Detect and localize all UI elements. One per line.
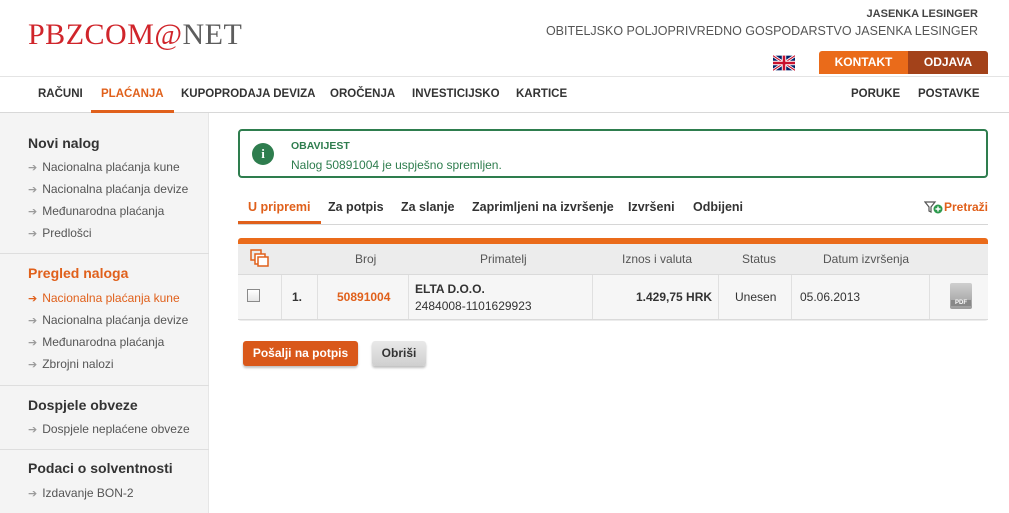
logout-button[interactable]: ODJAVA — [908, 51, 988, 74]
column-header-number[interactable]: Broj — [355, 252, 376, 266]
status-value: Unesen — [735, 290, 777, 304]
column-header-amount[interactable]: Iznos i valuta — [622, 252, 692, 266]
sidebar-item-label: Predlošci — [42, 226, 92, 240]
sidebar-item-label: Nacionalna plaćanja kune — [42, 160, 180, 174]
nav-item-orocenja[interactable]: OROČENJA — [330, 77, 395, 113]
sidebar-item-label: Međunarodna plaćanja — [42, 204, 165, 218]
sidebar-item-label: Nacionalna plaćanja kune — [42, 291, 180, 305]
arrow-right-icon: ➔ — [28, 424, 38, 436]
sidebar-item-label: Međunarodna plaćanja — [42, 335, 165, 349]
success-notice: i OBAVIJEST Nalog 50891004 je uspješno s… — [238, 129, 988, 178]
column-header-date[interactable]: Datum izvršenja — [823, 252, 909, 266]
table-row[interactable]: 1. 50891004 ELTA D.O.O. 2484008-11016299… — [238, 274, 988, 320]
nav-item-investicijsko[interactable]: INVESTICIJSKO — [412, 77, 500, 113]
tab-za-potpis[interactable]: Za potpis — [328, 191, 384, 224]
nav-item-postavke[interactable]: POSTAVKE — [918, 77, 980, 113]
user-name: JASENKA LESINGER — [866, 8, 978, 20]
notice-text: Nalog 50891004 je uspješno spremljen. — [291, 158, 502, 172]
arrow-right-icon: ➔ — [28, 228, 38, 240]
sidebar-item-label: Izdavanje BON-2 — [42, 486, 134, 500]
copy-icon[interactable] — [250, 249, 270, 267]
sidebar-divider — [0, 449, 209, 450]
row-checkbox[interactable] — [247, 289, 260, 302]
tab-izvrseni[interactable]: Izvršeni — [628, 191, 675, 224]
sidebar-item-novi-kune[interactable]: ➔ Nacionalna plaćanja kune — [28, 160, 180, 174]
sidebar-item-predlosci[interactable]: ➔ Predlošci — [28, 226, 92, 240]
nav-item-poruke[interactable]: PORUKE — [851, 77, 900, 113]
sidebar-item-dospjele-neplacene[interactable]: ➔ Dospjele neplaćene obveze — [28, 422, 190, 436]
arrow-right-icon: ➔ — [28, 293, 38, 305]
sidebar: Novi nalog ➔ Nacionalna plaćanja kune ➔ Na… — [0, 113, 209, 513]
sidebar-section-title: Novi nalog — [28, 135, 100, 151]
table-cell — [238, 275, 282, 319]
logo-text-3: NET — [182, 18, 243, 51]
pdf-label: PDF — [951, 300, 971, 306]
delete-button[interactable]: Obriši — [372, 341, 426, 366]
nav-item-kupoprodaja-deviza[interactable]: KUPOPRODAJA DEVIZA — [181, 77, 315, 113]
main-navigation: RAČUNI PLAĆANJA KUPOPRODAJA DEVIZA OROČE… — [0, 76, 1009, 113]
sidebar-item-bon2[interactable]: ➔ Izdavanje BON-2 — [28, 486, 134, 500]
pdf-icon[interactable]: PDF — [950, 283, 972, 309]
sidebar-section-title: Pregled naloga — [28, 265, 129, 281]
recipient-name: ELTA D.O.O. — [415, 282, 485, 296]
uk-flag-icon[interactable] — [773, 55, 795, 71]
pbz-logo[interactable]: PBZCOM@NET — [28, 18, 242, 52]
search-label: Pretraži — [943, 200, 988, 214]
arrow-right-icon: ➔ — [28, 488, 38, 500]
amount-value: 1.429,75 HRK — [636, 290, 713, 304]
tab-za-slanje[interactable]: Za slanje — [401, 191, 455, 224]
search-link[interactable]: Pretraži — [923, 191, 988, 223]
sidebar-item-label: Dospjele neplaćene obveze — [42, 422, 190, 436]
row-index: 1. — [292, 290, 303, 304]
nav-item-placanja[interactable]: PLAĆANJA — [91, 77, 174, 113]
nav-item-racuni[interactable]: RAČUNI — [38, 77, 83, 113]
sidebar-item-label: Nacionalna plaćanja devize — [42, 182, 189, 196]
tab-odbijeni[interactable]: Odbijeni — [693, 191, 743, 224]
header: PBZCOM@NET JASENKA LESINGER OBITELJSKO P… — [0, 0, 1009, 76]
arrow-right-icon: ➔ — [28, 337, 38, 349]
arrow-right-icon: ➔ — [28, 359, 38, 371]
info-icon: i — [252, 143, 274, 165]
sidebar-item-pregled-devize[interactable]: ➔ Nacionalna plaćanja devize — [28, 313, 188, 327]
sidebar-item-novi-medunarodna[interactable]: ➔ Međunarodna plaćanja — [28, 204, 164, 218]
sidebar-item-pregled-kune[interactable]: ➔ Nacionalna plaćanja kune — [28, 291, 180, 305]
sidebar-item-zbrojni-nalozi[interactable]: ➔ Zbrojni nalozi — [28, 357, 114, 371]
logo-text-1: PBZCOM — [28, 18, 155, 51]
sidebar-section-title: Podaci o solventnosti — [28, 460, 173, 476]
sidebar-item-novi-devize[interactable]: ➔ Nacionalna plaćanja devize — [28, 182, 188, 196]
column-header-status[interactable]: Status — [742, 252, 776, 266]
orders-table: Broj Primatelj Iznos i valuta Status Dat… — [238, 238, 988, 321]
arrow-right-icon: ➔ — [28, 184, 38, 196]
contact-button[interactable]: KONTAKT — [819, 51, 908, 74]
column-header-recipient[interactable]: Primatelj — [480, 252, 527, 266]
order-status-tabs: U pripremi Za potpis Za slanje Zaprimlje… — [238, 191, 988, 225]
nav-item-kartice[interactable]: KARTICE — [516, 77, 567, 113]
execution-date: 05.06.2013 — [800, 290, 861, 304]
sidebar-item-label: Nacionalna plaćanja devize — [42, 313, 189, 327]
logo-text-2: @ — [154, 18, 183, 51]
sidebar-section-title: Dospjele obveze — [28, 397, 138, 413]
sidebar-item-pregled-medunarodna[interactable]: ➔ Međunarodna plaćanja — [28, 335, 164, 349]
arrow-right-icon: ➔ — [28, 206, 38, 218]
arrow-right-icon: ➔ — [28, 162, 38, 174]
filter-add-icon — [923, 201, 943, 214]
notice-title: OBAVIJEST — [291, 140, 350, 152]
recipient-account: 2484008-1101629923 — [415, 299, 532, 313]
sidebar-divider — [0, 253, 209, 254]
user-company: OBITELJSKO POLJOPRIVREDNO GOSPODARSTVO J… — [545, 24, 978, 38]
send-for-signature-button[interactable]: Pošalji na potpis — [243, 341, 358, 366]
order-number-link[interactable]: 50891004 — [337, 290, 390, 304]
sidebar-item-label: Zbrojni nalozi — [42, 357, 114, 371]
tab-zaprimljeni[interactable]: Zaprimljeni na izvršenje — [472, 191, 614, 224]
arrow-right-icon: ➔ — [28, 315, 38, 327]
tab-u-pripremi[interactable]: U pripremi — [238, 191, 321, 224]
sidebar-divider — [0, 385, 209, 386]
